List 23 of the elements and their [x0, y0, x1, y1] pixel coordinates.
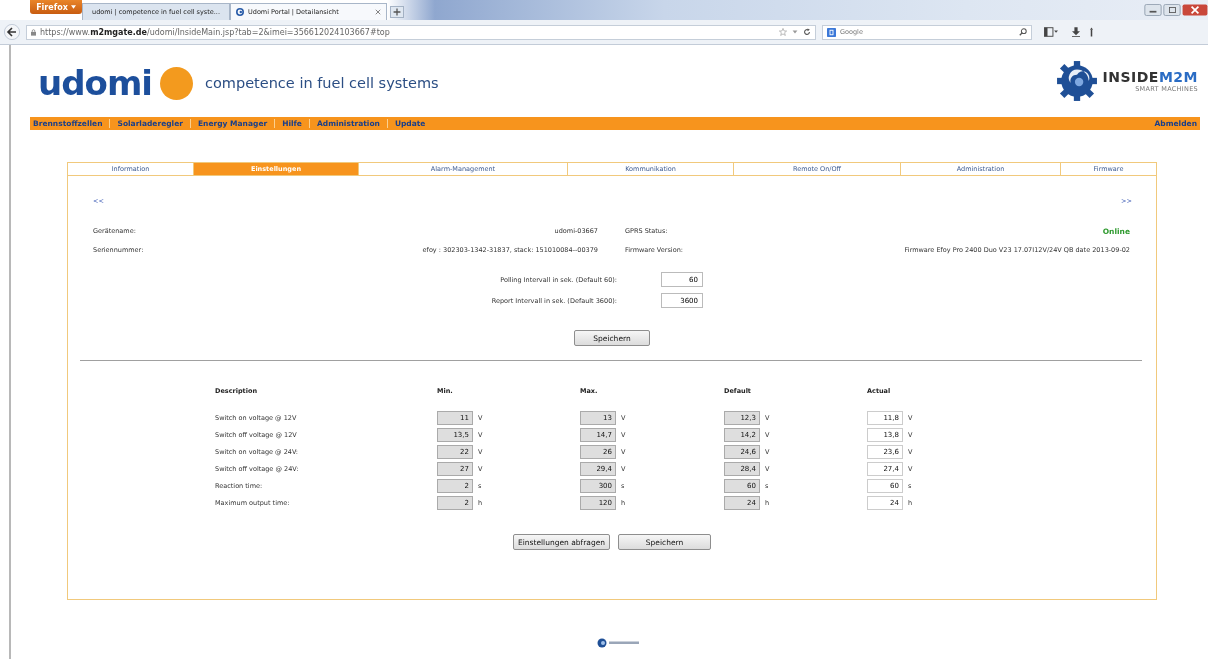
gear-logo-icon: [1056, 60, 1099, 102]
dropdown-icon[interactable]: [791, 28, 799, 36]
logo-icon: [236, 8, 244, 16]
bookmarks-icon[interactable]: [1044, 27, 1058, 37]
close-icon[interactable]: [375, 9, 381, 15]
search-icon[interactable]: [1019, 28, 1027, 36]
brand-name: udomi: [38, 63, 152, 103]
search-engine-icon[interactable]: [827, 27, 836, 37]
tagline: competence in fuel cell systems: [205, 75, 439, 91]
back-arrow-icon[interactable]: [4, 24, 20, 40]
partner-name: INSIDEM2M: [1102, 69, 1198, 85]
footer-logo-icon: [595, 638, 642, 648]
logo-circle-icon: [160, 66, 193, 100]
restore-icon[interactable]: [1163, 4, 1181, 16]
reload-icon[interactable]: [803, 28, 811, 36]
address-field[interactable]: https://www.m2mgate.de/udomi/InsideMain.jsp?tab=2&imei=356612024103667#top: [26, 24, 816, 40]
caret-icon: [70, 5, 76, 9]
close-icon[interactable]: [1182, 4, 1208, 16]
download-icon[interactable]: [1072, 27, 1080, 37]
lock-icon: [31, 28, 36, 36]
minimize-icon[interactable]: [1144, 4, 1162, 16]
star-icon[interactable]: [779, 28, 787, 36]
new-tab-icon[interactable]: [390, 6, 404, 18]
